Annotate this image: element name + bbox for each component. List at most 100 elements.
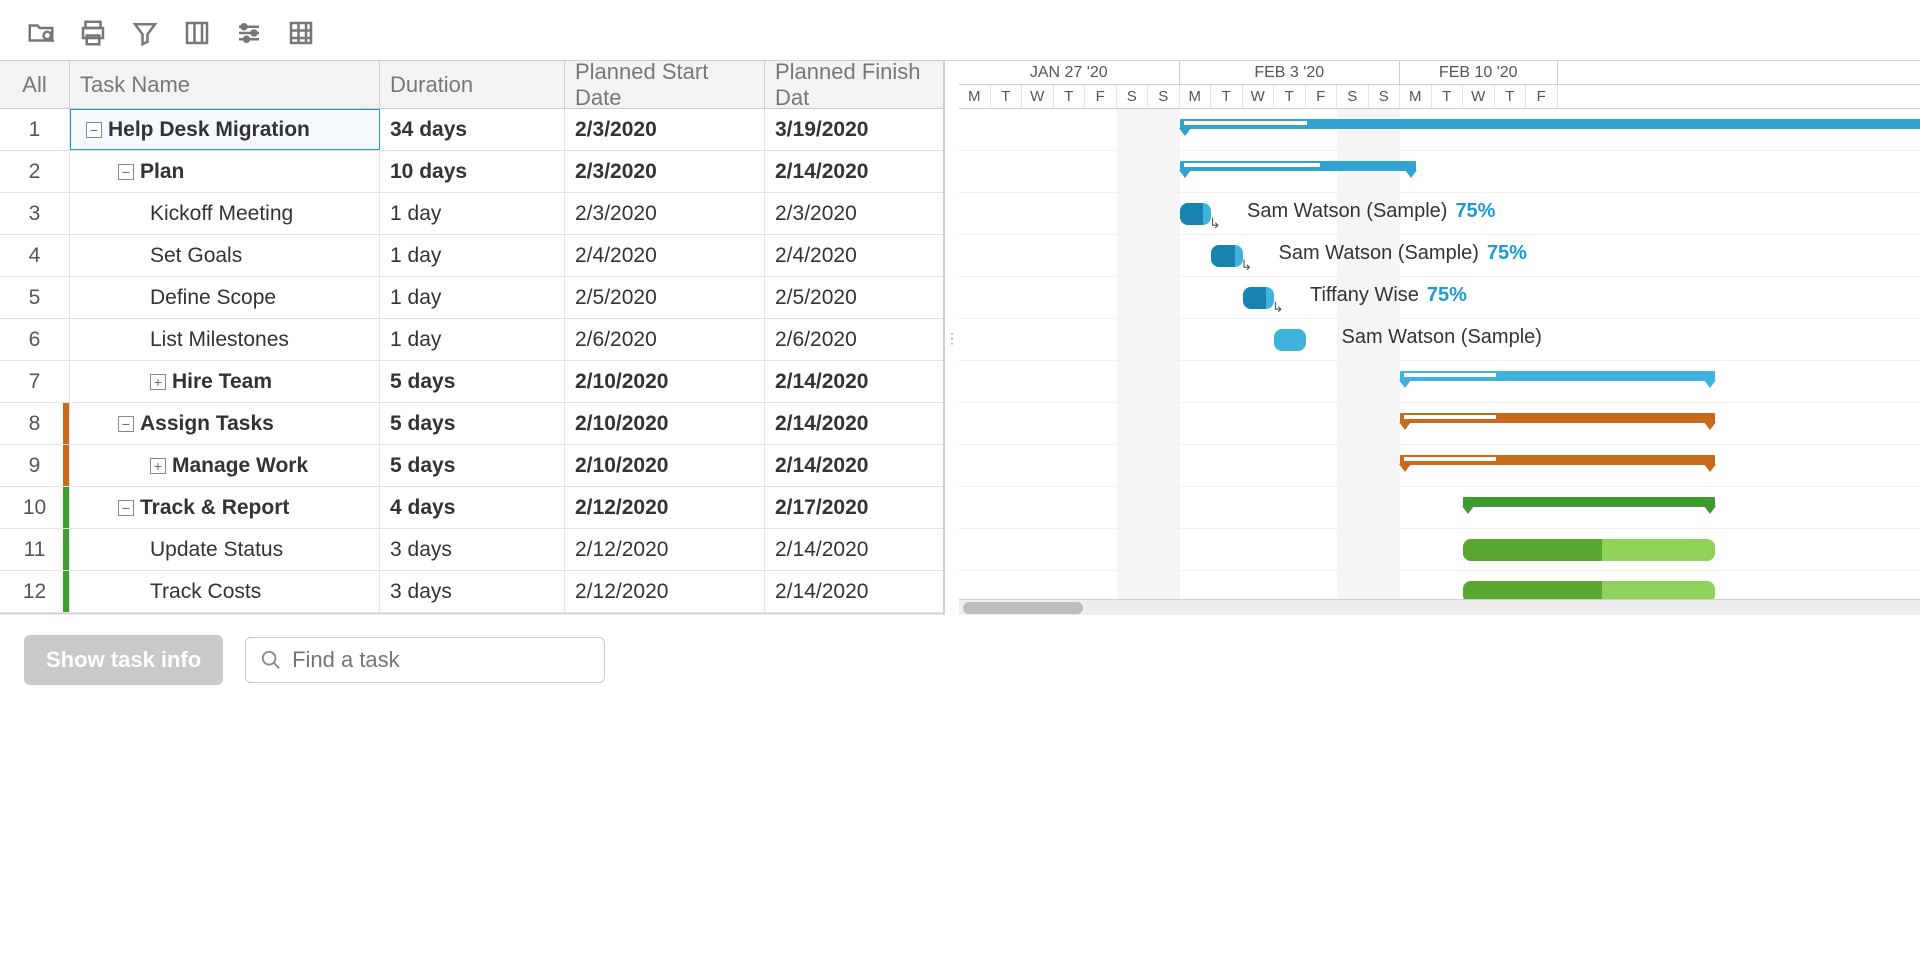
collapse-icon[interactable]: − — [86, 122, 102, 138]
task-name-cell[interactable]: +Manage Work — [70, 445, 380, 486]
grid-icon[interactable] — [284, 16, 318, 50]
duration-cell[interactable]: 3 days — [380, 571, 565, 612]
end-cell[interactable]: 2/17/2020 — [765, 487, 945, 528]
summary-bar[interactable] — [1400, 371, 1715, 381]
duration-cell[interactable]: 10 days — [380, 151, 565, 192]
end-cell[interactable]: 2/14/2020 — [765, 529, 945, 570]
expand-icon[interactable]: + — [150, 458, 166, 474]
gantt-body[interactable]: Sam Watson (Sample)75%↳Sam Watson (Sampl… — [959, 109, 1920, 599]
start-cell[interactable]: 2/3/2020 — [565, 193, 765, 234]
filter-icon[interactable] — [128, 16, 162, 50]
gantt-row[interactable]: Sam Watson (Sample) — [959, 319, 1920, 361]
gantt-row[interactable] — [959, 487, 1920, 529]
columns-icon[interactable] — [180, 16, 214, 50]
start-cell[interactable]: 2/4/2020 — [565, 235, 765, 276]
start-cell[interactable]: 2/12/2020 — [565, 529, 765, 570]
end-cell[interactable]: 2/14/2020 — [765, 571, 945, 612]
task-bar[interactable] — [1211, 245, 1243, 267]
task-name-cell[interactable]: Kickoff Meeting — [70, 193, 380, 234]
end-cell[interactable]: 2/4/2020 — [765, 235, 945, 276]
table-row[interactable]: 7+Hire Team5 days2/10/20202/14/2020 — [0, 361, 943, 403]
start-cell[interactable]: 2/10/2020 — [565, 361, 765, 402]
task-bar[interactable] — [1180, 203, 1212, 225]
gantt-row[interactable] — [959, 403, 1920, 445]
splitter[interactable]: ⋮ — [945, 61, 959, 615]
task-name-cell[interactable]: −Help Desk Migration — [70, 109, 380, 150]
duration-cell[interactable]: 5 days — [380, 361, 565, 402]
summary-bar[interactable] — [1400, 413, 1715, 423]
task-name-cell[interactable]: List Milestones — [70, 319, 380, 360]
task-bar[interactable] — [1243, 287, 1275, 309]
task-name-cell[interactable]: Set Goals — [70, 235, 380, 276]
end-cell[interactable]: 2/6/2020 — [765, 319, 945, 360]
start-cell[interactable]: 2/12/2020 — [565, 571, 765, 612]
gantt-row[interactable] — [959, 151, 1920, 193]
end-cell[interactable]: 2/14/2020 — [765, 403, 945, 444]
end-cell[interactable]: 3/19/2020 — [765, 109, 945, 150]
duration-cell[interactable]: 5 days — [380, 445, 565, 486]
print-icon[interactable] — [76, 16, 110, 50]
start-cell[interactable]: 2/10/2020 — [565, 403, 765, 444]
duration-cell[interactable]: 5 days — [380, 403, 565, 444]
table-row[interactable]: 8−Assign Tasks5 days2/10/20202/14/2020 — [0, 403, 943, 445]
summary-bar[interactable] — [1180, 119, 1920, 129]
start-cell[interactable]: 2/3/2020 — [565, 151, 765, 192]
start-cell[interactable]: 2/10/2020 — [565, 445, 765, 486]
gantt-row[interactable] — [959, 109, 1920, 151]
find-task-input[interactable] — [290, 646, 590, 674]
gantt-row[interactable] — [959, 361, 1920, 403]
gantt-row[interactable] — [959, 445, 1920, 487]
gantt-row[interactable] — [959, 529, 1920, 571]
collapse-icon[interactable]: − — [118, 416, 134, 432]
end-cell[interactable]: 2/3/2020 — [765, 193, 945, 234]
start-cell[interactable]: 2/5/2020 — [565, 277, 765, 318]
col-header-all[interactable]: All — [0, 61, 70, 108]
summary-bar[interactable] — [1400, 455, 1715, 465]
table-row[interactable]: 3Kickoff Meeting1 day2/3/20202/3/2020 — [0, 193, 943, 235]
table-row[interactable]: 5Define Scope1 day2/5/20202/5/2020 — [0, 277, 943, 319]
duration-cell[interactable]: 3 days — [380, 529, 565, 570]
expand-icon[interactable]: + — [150, 374, 166, 390]
table-row[interactable]: 10−Track & Report4 days2/12/20202/17/202… — [0, 487, 943, 529]
col-header-finish[interactable]: Planned Finish Dat — [765, 61, 945, 108]
gantt-row[interactable]: Sam Watson (Sample)75%↳ — [959, 235, 1920, 277]
table-row[interactable]: 1−Help Desk Migration34 days2/3/20203/19… — [0, 109, 943, 151]
task-name-cell[interactable]: −Track & Report — [70, 487, 380, 528]
table-row[interactable]: 9+Manage Work5 days2/10/20202/14/2020 — [0, 445, 943, 487]
gantt-row[interactable]: Sam Watson (Sample)75%↳ — [959, 193, 1920, 235]
task-bar[interactable] — [1274, 329, 1306, 351]
gantt-row[interactable]: Tiffany Wise75%↳ — [959, 277, 1920, 319]
start-cell[interactable]: 2/3/2020 — [565, 109, 765, 150]
duration-cell[interactable]: 34 days — [380, 109, 565, 150]
task-name-cell[interactable]: Track Costs — [70, 571, 380, 612]
table-row[interactable]: 11Update Status3 days2/12/20202/14/2020 — [0, 529, 943, 571]
col-header-duration[interactable]: Duration — [380, 61, 565, 108]
grid-h-scrollbar[interactable] — [0, 613, 943, 615]
task-name-cell[interactable]: −Assign Tasks — [70, 403, 380, 444]
end-cell[interactable]: 2/14/2020 — [765, 361, 945, 402]
find-task-box[interactable] — [245, 637, 605, 683]
start-cell[interactable]: 2/6/2020 — [565, 319, 765, 360]
task-name-cell[interactable]: Update Status — [70, 529, 380, 570]
task-name-cell[interactable]: −Plan — [70, 151, 380, 192]
search-folder-icon[interactable] — [24, 16, 58, 50]
end-cell[interactable]: 2/5/2020 — [765, 277, 945, 318]
duration-cell[interactable]: 4 days — [380, 487, 565, 528]
duration-cell[interactable]: 1 day — [380, 319, 565, 360]
show-task-info-button[interactable]: Show task info — [24, 635, 223, 685]
table-row[interactable]: 12Track Costs3 days2/12/20202/14/2020 — [0, 571, 943, 613]
duration-cell[interactable]: 1 day — [380, 277, 565, 318]
settings-icon[interactable] — [232, 16, 266, 50]
col-header-name[interactable]: Task Name — [70, 61, 380, 108]
task-name-cell[interactable]: +Hire Team — [70, 361, 380, 402]
summary-bar[interactable] — [1180, 161, 1416, 171]
table-row[interactable]: 6List Milestones1 day2/6/20202/6/2020 — [0, 319, 943, 361]
table-row[interactable]: 4Set Goals1 day2/4/20202/4/2020 — [0, 235, 943, 277]
collapse-icon[interactable]: − — [118, 500, 134, 516]
table-row[interactable]: 2−Plan10 days2/3/20202/14/2020 — [0, 151, 943, 193]
duration-cell[interactable]: 1 day — [380, 193, 565, 234]
end-cell[interactable]: 2/14/2020 — [765, 445, 945, 486]
gantt-h-scrollbar[interactable] — [959, 599, 1920, 615]
summary-bar[interactable] — [1463, 497, 1715, 507]
collapse-icon[interactable]: − — [118, 164, 134, 180]
